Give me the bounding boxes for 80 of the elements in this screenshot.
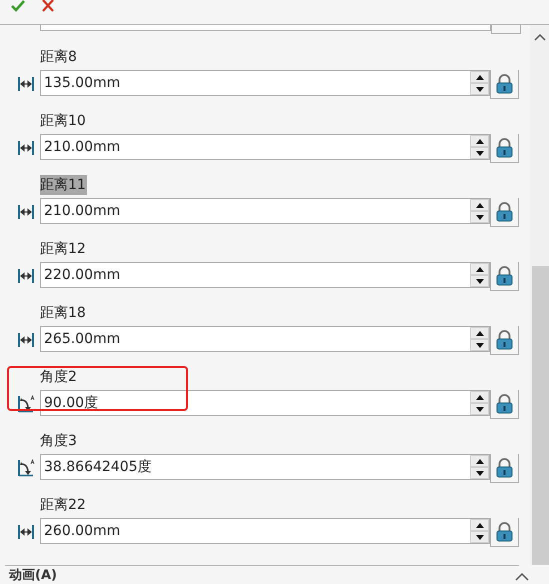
value-field[interactable]: 135.00mm bbox=[40, 70, 490, 96]
close-button[interactable] bbox=[40, 0, 56, 12]
up-triangle-icon bbox=[476, 458, 484, 464]
ok-button[interactable] bbox=[10, 0, 26, 12]
down-triangle-icon bbox=[476, 278, 484, 284]
dimension-icon bbox=[17, 75, 35, 93]
up-triangle-icon bbox=[476, 138, 484, 144]
up-triangle-icon bbox=[476, 266, 484, 272]
lock-button[interactable] bbox=[490, 70, 519, 99]
up-triangle-icon bbox=[476, 394, 484, 400]
down-triangle-icon bbox=[476, 342, 484, 348]
dimension-icon bbox=[17, 267, 35, 285]
scroll-thumb[interactable] bbox=[532, 266, 549, 565]
parameter-label: 角度2 bbox=[40, 368, 78, 387]
down-triangle-icon bbox=[476, 534, 484, 540]
lock-icon bbox=[496, 202, 513, 222]
spin-down-button[interactable] bbox=[470, 275, 489, 287]
lock-button[interactable] bbox=[490, 198, 519, 227]
parameter-label: 距离12 bbox=[40, 240, 87, 259]
lock-button[interactable] bbox=[490, 262, 519, 291]
collapse-icon[interactable] bbox=[515, 572, 529, 581]
value-field[interactable]: 210.00mm bbox=[40, 134, 490, 160]
value-field[interactable]: 265.00mm bbox=[40, 326, 490, 352]
parameter-label: 距离11 bbox=[40, 175, 87, 195]
parameter-label: 距离8 bbox=[40, 48, 78, 67]
value-field[interactable]: 38.86642405度 bbox=[40, 454, 490, 480]
down-triangle-icon bbox=[476, 470, 484, 476]
spin-up-button[interactable] bbox=[470, 519, 489, 531]
lock-button[interactable] bbox=[490, 326, 519, 355]
spin-down-button[interactable] bbox=[470, 403, 489, 415]
dimension-icon bbox=[17, 203, 35, 221]
lock-icon bbox=[496, 394, 513, 414]
dimension-icon bbox=[17, 139, 35, 157]
input-field[interactable] bbox=[40, 25, 491, 31]
parameter-label: 角度3 bbox=[40, 432, 78, 451]
up-triangle-icon bbox=[476, 74, 484, 80]
value-field[interactable]: 90.00度 bbox=[40, 390, 490, 416]
spin-down-button[interactable] bbox=[470, 467, 489, 479]
spin-up-button[interactable] bbox=[470, 71, 489, 83]
lock-button[interactable] bbox=[490, 134, 519, 163]
spin-up-button[interactable] bbox=[470, 455, 489, 467]
down-triangle-icon bbox=[476, 406, 484, 412]
spin-down-button[interactable] bbox=[470, 147, 489, 159]
spin-up-button[interactable] bbox=[470, 263, 489, 275]
lock-button[interactable] bbox=[490, 518, 519, 547]
value-field[interactable]: 210.00mm bbox=[40, 198, 490, 224]
angle-icon bbox=[17, 459, 35, 477]
down-triangle-icon bbox=[476, 150, 484, 156]
spin-up-button[interactable] bbox=[470, 135, 489, 147]
parameter-label: 距离22 bbox=[40, 496, 87, 515]
spin-down-button[interactable] bbox=[470, 83, 489, 95]
up-triangle-icon bbox=[476, 202, 484, 208]
spin-down-button[interactable] bbox=[470, 211, 489, 223]
spin-up-button[interactable] bbox=[470, 327, 489, 339]
value-field[interactable]: 220.00mm bbox=[40, 262, 490, 288]
lock-icon bbox=[496, 458, 513, 478]
section-title[interactable]: 动画(A) bbox=[9, 568, 57, 583]
lock-icon bbox=[496, 266, 513, 286]
lock-icon bbox=[496, 138, 513, 158]
parameter-label: 距离10 bbox=[40, 112, 87, 131]
value-field[interactable]: 260.00mm bbox=[40, 518, 490, 544]
spin-down-button[interactable] bbox=[470, 531, 489, 543]
lock-icon bbox=[496, 522, 513, 542]
up-triangle-icon bbox=[476, 330, 484, 336]
spin-down-button[interactable] bbox=[470, 339, 489, 351]
dimension-icon bbox=[17, 523, 35, 541]
angle-icon bbox=[17, 395, 35, 413]
spin-up-button[interactable] bbox=[470, 199, 489, 211]
up-triangle-icon bbox=[476, 522, 484, 528]
lock-icon bbox=[496, 74, 513, 94]
down-triangle-icon bbox=[476, 86, 484, 92]
parameter-label: 距离18 bbox=[40, 304, 87, 323]
lock-button[interactable] bbox=[490, 454, 519, 483]
scrollbar[interactable] bbox=[530, 25, 549, 565]
lock-button[interactable] bbox=[490, 390, 519, 419]
dimension-icon bbox=[17, 331, 35, 349]
down-triangle-icon bbox=[476, 214, 484, 220]
scroll-up-icon[interactable] bbox=[534, 33, 546, 41]
lock-icon bbox=[496, 330, 513, 350]
spin-up-button[interactable] bbox=[470, 391, 489, 403]
